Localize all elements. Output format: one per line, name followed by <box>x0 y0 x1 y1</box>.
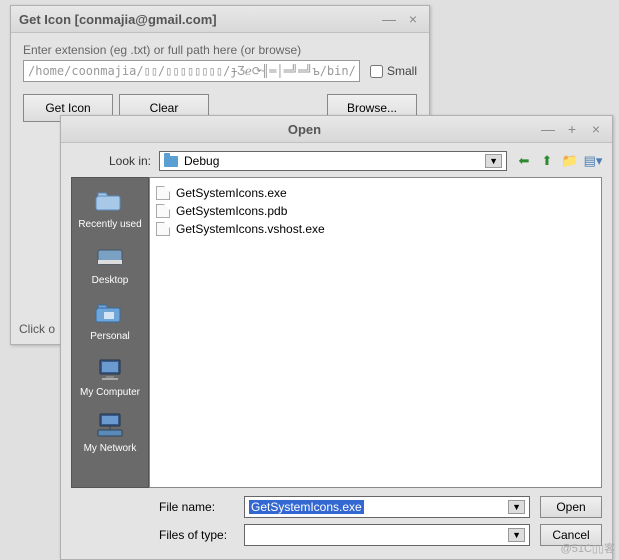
window-title: Open <box>69 122 540 137</box>
view-mode-icon[interactable]: ▤▾ <box>584 152 602 170</box>
sidebar-item-recent[interactable]: Recently used <box>74 186 146 230</box>
close-icon[interactable]: × <box>588 121 604 137</box>
open-dialog-window: Open — + × Look in: Debug ⬅ ⬆ 📁 ▤▾ <box>60 115 613 560</box>
list-item[interactable]: GetSystemIcons.exe <box>156 184 595 202</box>
up-icon[interactable]: ⬆ <box>538 152 556 170</box>
filename-label: File name: <box>159 500 234 514</box>
titlebar[interactable]: Get Icon [conmajia@gmail.com] — × <box>11 6 429 33</box>
small-label: Small <box>387 64 417 78</box>
new-folder-icon[interactable]: 📁 <box>561 152 579 170</box>
places-sidebar: Recently used Desktop Personal <box>71 177 149 488</box>
file-list[interactable]: GetSystemIcons.exe GetSystemIcons.pdb Ge… <box>149 177 602 488</box>
network-icon <box>92 410 128 440</box>
file-icon <box>156 204 170 218</box>
titlebar[interactable]: Open — + × <box>61 116 612 143</box>
list-item[interactable]: GetSystemIcons.vshost.exe <box>156 220 595 238</box>
filename-input[interactable]: GetSystemIcons.exe <box>244 496 530 518</box>
sidebar-item-label: Recently used <box>78 219 141 230</box>
filetype-label: Files of type: <box>159 528 234 542</box>
desktop-icon <box>92 242 128 272</box>
watermark: @51C▯▯客 <box>561 540 615 556</box>
file-icon <box>156 186 170 200</box>
extension-label: Enter extension (eg .txt) or full path h… <box>23 43 417 57</box>
recent-icon <box>92 186 128 216</box>
look-in-label: Look in: <box>71 154 151 168</box>
status-text: Click o <box>19 322 55 336</box>
sidebar-item-label: My Network <box>84 443 137 454</box>
path-input[interactable] <box>23 60 360 82</box>
sidebar-item-desktop[interactable]: Desktop <box>74 242 146 286</box>
filename-value: GetSystemIcons.exe <box>249 500 364 514</box>
look-in-value: Debug <box>184 154 219 168</box>
filetype-select[interactable] <box>244 524 530 546</box>
minimize-icon[interactable]: — <box>540 121 556 137</box>
open-button[interactable]: Open <box>540 496 602 518</box>
folder-icon <box>164 156 178 167</box>
maximize-icon[interactable]: + <box>564 121 580 137</box>
sidebar-item-label: My Computer <box>80 387 140 398</box>
file-name: GetSystemIcons.exe <box>176 186 287 200</box>
sidebar-item-network[interactable]: My Network <box>74 410 146 454</box>
look-in-select[interactable]: Debug <box>159 151 507 171</box>
file-icon <box>156 222 170 236</box>
computer-icon <box>92 354 128 384</box>
small-checkbox-row[interactable]: Small <box>370 64 417 78</box>
file-name: GetSystemIcons.vshost.exe <box>176 222 325 236</box>
sidebar-item-label: Desktop <box>92 275 129 286</box>
window-title: Get Icon [conmajia@gmail.com] <box>19 12 381 27</box>
sidebar-item-computer[interactable]: My Computer <box>74 354 146 398</box>
sidebar-item-label: Personal <box>90 331 129 342</box>
back-icon[interactable]: ⬅ <box>515 152 533 170</box>
sidebar-item-personal[interactable]: Personal <box>74 298 146 342</box>
small-checkbox[interactable] <box>370 65 383 78</box>
minimize-icon[interactable]: — <box>381 11 397 27</box>
close-icon[interactable]: × <box>405 11 421 27</box>
file-name: GetSystemIcons.pdb <box>176 204 287 218</box>
list-item[interactable]: GetSystemIcons.pdb <box>156 202 595 220</box>
personal-icon <box>92 298 128 328</box>
